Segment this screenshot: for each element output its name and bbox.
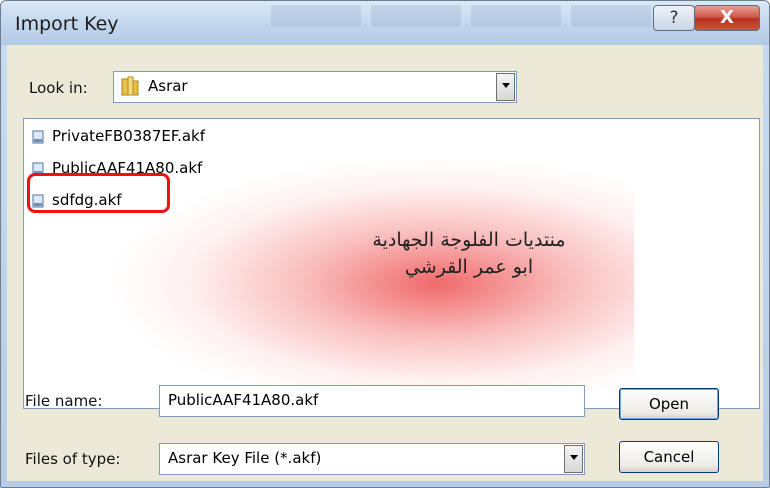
watermark-glow [114,159,634,399]
file-list[interactable]: PrivateFB0387EF.akf PublicAAF41A80.akf s… [23,118,760,409]
file-name: PrivateFB0387EF.akf [52,127,206,145]
file-icon [32,130,44,144]
highlight-box [27,173,170,213]
look-in-value: Asrar [148,77,188,95]
folder-icon [121,76,139,96]
file-name-input[interactable]: PublicAAF41A80.akf [159,385,585,417]
help-button[interactable]: ? [653,5,695,31]
file-type-label: Files of type: [25,450,121,468]
watermark-line-2: ابو عمر القرشي [404,256,534,278]
look-in-label: Look in: [29,79,88,97]
title-bar[interactable]: Import Key ? X [1,1,769,45]
file-type-dropdown-arrow[interactable] [564,445,583,473]
look-in-dropdown-arrow[interactable] [496,73,515,101]
import-key-dialog: Import Key ? X Look in: Asrar PrivateFB0… [0,0,770,488]
close-button[interactable]: X [694,5,760,31]
file-type-combo[interactable]: Asrar Key File (*.akf) [159,443,585,475]
dialog-body: Look in: Asrar PrivateFB0387EF.akf Publi… [7,45,763,481]
file-name-label: File name: [25,392,103,410]
open-button[interactable]: Open [619,388,719,420]
look-in-combo[interactable]: Asrar [113,71,517,103]
file-type-value: Asrar Key File (*.akf) [168,449,322,467]
watermark-line-1: منتديات الفلوجة الجهادية [372,229,566,251]
window-title: Import Key [15,13,119,35]
cancel-button[interactable]: Cancel [619,441,719,473]
